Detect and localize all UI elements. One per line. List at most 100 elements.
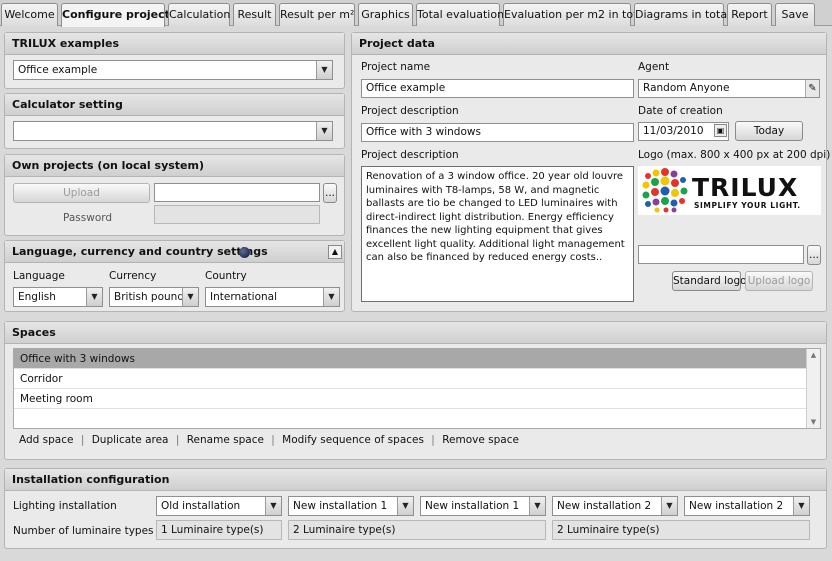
tab-calculation[interactable]: Calculation: [168, 3, 230, 26]
separator: |: [80, 434, 85, 446]
project-data-panel: Project data Project name Office example…: [351, 32, 831, 312]
spaces-list: Office with 3 windows Corridor Meeting r…: [13, 348, 821, 429]
list-item[interactable]: Meeting room: [14, 389, 806, 409]
project-description-input[interactable]: Office with 3 windows: [361, 123, 634, 142]
tab-total-evaluation[interactable]: Total evaluation: [416, 3, 504, 26]
luminaire-types-value: 1 Luminaire type(s): [156, 520, 282, 540]
installation-select-2[interactable]: New installation 1 ▼: [288, 496, 414, 516]
country-value: International: [210, 291, 278, 303]
installation-select-5[interactable]: New installation 2 ▼: [684, 496, 810, 516]
trilux-logo-text: TRILUX: [692, 173, 799, 202]
chevron-down-icon[interactable]: ▼: [661, 497, 677, 515]
agent-value: Random Anyone: [643, 82, 730, 94]
rename-space-link[interactable]: Rename space: [187, 434, 264, 446]
spaces-title: Spaces: [5, 322, 826, 344]
project-description-textarea[interactable]: Renovation of a 3 window office. 20 year…: [361, 166, 634, 302]
language-select[interactable]: English ▼: [13, 287, 103, 307]
info-icon[interactable]: [239, 247, 250, 258]
separator: |: [431, 434, 435, 446]
installation-title: Installation configuration: [5, 469, 826, 491]
password-input[interactable]: [154, 205, 320, 224]
list-item[interactable]: Corridor: [14, 369, 806, 389]
logo-image: TRILUX SIMPLIFY YOUR LIGHT.: [638, 166, 821, 215]
upload-button[interactable]: Upload: [13, 183, 150, 203]
examples-select[interactable]: Office example ▼: [13, 60, 333, 80]
language-panel: Language, currency and country settings …: [4, 240, 345, 312]
country-label: Country: [205, 270, 247, 282]
examples-title: TRILUX examples: [5, 33, 344, 55]
chevron-down-icon[interactable]: ▼: [529, 497, 545, 515]
add-space-link[interactable]: Add space: [19, 434, 73, 446]
scrollbar[interactable]: ▲ ▼: [806, 349, 820, 428]
logo-browse-button[interactable]: ...: [807, 245, 821, 265]
tab-report[interactable]: Report: [727, 3, 772, 26]
installation-select-1[interactable]: Old installation ▼: [156, 496, 282, 516]
calculator-select[interactable]: ▼: [13, 121, 333, 141]
collapse-icon[interactable]: ▲: [328, 245, 342, 259]
agent-input[interactable]: Random Anyone: [638, 79, 820, 98]
chevron-down-icon[interactable]: ▼: [265, 497, 281, 515]
project-name-input[interactable]: Office example: [361, 79, 634, 98]
calculator-title: Calculator setting: [5, 94, 344, 116]
currency-label: Currency: [109, 270, 157, 282]
list-item[interactable]: Office with 3 windows: [14, 349, 806, 369]
pencil-icon[interactable]: ✎: [805, 80, 819, 97]
spaces-actions: Add space | Duplicate area | Rename spac…: [19, 434, 519, 446]
tab-diagrams-in-total[interactable]: Diagrams in total: [634, 3, 730, 26]
luminaire-types-label: Number of luminaire types: [13, 525, 154, 537]
own-projects-panel: Own projects (on local system) Upload ..…: [4, 154, 345, 236]
tab-result[interactable]: Result: [233, 3, 276, 26]
remove-space-link[interactable]: Remove space: [442, 434, 519, 446]
chevron-down-icon[interactable]: ▼: [316, 61, 332, 79]
installation-value: New installation 2: [557, 500, 652, 512]
browse-button[interactable]: ...: [323, 183, 337, 203]
own-projects-title: Own projects (on local system): [5, 155, 344, 177]
country-select[interactable]: International ▼: [205, 287, 340, 307]
luminaire-types-value: 2 Luminaire type(s): [288, 520, 546, 540]
examples-panel: TRILUX examples Office example ▼: [4, 32, 345, 89]
scroll-down-icon[interactable]: ▼: [807, 418, 820, 426]
currency-select[interactable]: British pound ▼: [109, 287, 199, 307]
upload-logo-button[interactable]: Upload logo: [745, 271, 813, 291]
duplicate-area-link[interactable]: Duplicate area: [92, 434, 169, 446]
scroll-up-icon[interactable]: ▲: [807, 351, 820, 359]
chevron-down-icon[interactable]: ▼: [316, 122, 332, 140]
tab-bar: Welcome Configure project Calculation Re…: [0, 0, 832, 27]
standard-logo-button[interactable]: Standard logo: [672, 271, 747, 291]
chevron-down-icon[interactable]: ▼: [182, 288, 198, 306]
date-value: 11/03/2010: [643, 125, 704, 137]
installation-value: New installation 1: [425, 500, 520, 512]
installation-select-4[interactable]: New installation 2 ▼: [552, 496, 678, 516]
chevron-down-icon[interactable]: ▼: [86, 288, 102, 306]
calendar-icon[interactable]: ▣: [714, 124, 727, 137]
project-name-label: Project name: [361, 61, 431, 73]
tab-evaluation-per-m2[interactable]: Evaluation per m2 in total: [503, 3, 647, 26]
chevron-down-icon[interactable]: ▼: [793, 497, 809, 515]
logo-label: Logo (max. 800 x 400 px at 200 dpi): [638, 149, 831, 161]
installation-value: New installation 1: [293, 500, 388, 512]
tab-welcome[interactable]: Welcome: [1, 3, 58, 26]
language-label: Language: [13, 270, 65, 282]
agent-label: Agent: [638, 61, 670, 73]
spaces-panel: Spaces Office with 3 windows Corridor Me…: [4, 321, 827, 460]
chevron-down-icon[interactable]: ▼: [323, 288, 339, 306]
calculator-panel: Calculator setting ▼: [4, 93, 345, 149]
installation-select-3[interactable]: New installation 1 ▼: [420, 496, 546, 516]
tab-result-per-m2[interactable]: Result per m²: [279, 3, 355, 26]
tab-configure-project[interactable]: Configure project: [61, 3, 170, 27]
currency-value: British pound: [114, 291, 184, 303]
lighting-installation-label: Lighting installation: [13, 500, 117, 512]
installation-value: Old installation: [161, 500, 241, 512]
project-description-label: Project description: [361, 105, 459, 117]
tab-save[interactable]: Save: [775, 3, 815, 26]
date-label: Date of creation: [638, 105, 723, 117]
trilux-logo-mark: [642, 168, 688, 213]
tab-graphics[interactable]: Graphics: [358, 3, 413, 26]
language-value: English: [18, 291, 56, 303]
luminaire-types-value: 2 Luminaire type(s): [552, 520, 810, 540]
modify-sequence-link[interactable]: Modify sequence of spaces: [282, 434, 424, 446]
today-button[interactable]: Today: [735, 121, 803, 141]
chevron-down-icon[interactable]: ▼: [397, 497, 413, 515]
upload-path-input[interactable]: [154, 183, 320, 202]
logo-path-input[interactable]: [638, 245, 804, 264]
